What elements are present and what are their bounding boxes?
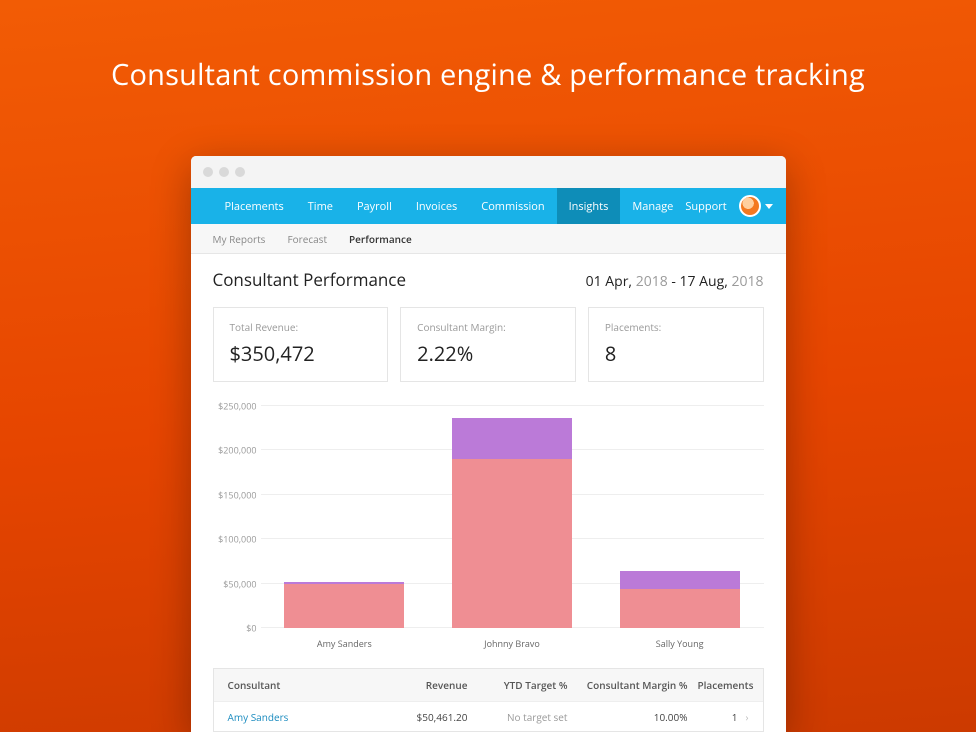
stat-value: 8 [605, 340, 747, 367]
bar-segment-secondary [620, 571, 740, 589]
cell-revenue: $50,461.20 [378, 710, 468, 724]
subnav-performance[interactable]: Performance [349, 232, 412, 246]
stat-placements: Placements: 8 [588, 307, 764, 382]
nav-placements[interactable]: Placements [213, 188, 296, 224]
nav-commission[interactable]: Commission [469, 188, 556, 224]
stat-value: $350,472 [230, 340, 372, 367]
table-row[interactable]: Amy Sanders $50,461.20 No target set 10.… [214, 701, 763, 731]
page-header: Consultant Performance 01 Apr, 2018 - 17… [213, 268, 764, 291]
chevron-down-icon [765, 204, 773, 209]
stat-label: Total Revenue: [230, 320, 372, 334]
nav-time[interactable]: Time [296, 188, 345, 224]
nav-manage[interactable]: Manage [620, 188, 685, 224]
table-header: Consultant Revenue YTD Target % Consulta… [214, 669, 763, 701]
page-title: Consultant Performance [213, 268, 407, 291]
cell-placements: 1› [698, 710, 749, 724]
bar[interactable] [284, 582, 404, 628]
hero-title: Consultant commission engine & performan… [0, 0, 976, 94]
user-menu[interactable] [739, 195, 773, 217]
nav-invoices[interactable]: Invoices [404, 188, 469, 224]
x-axis-label: Amy Sanders [284, 637, 404, 650]
bar[interactable] [452, 418, 572, 628]
window-dot-icon [219, 167, 229, 177]
date-to-day: 17 Aug, [680, 272, 728, 291]
bar-segment-primary [284, 584, 404, 628]
subnav-my-reports[interactable]: My Reports [213, 232, 266, 246]
top-nav: Placements Time Payroll Invoices Commiss… [191, 188, 786, 224]
date-range[interactable]: 01 Apr, 2018 - 17 Aug, 2018 [586, 272, 764, 291]
bar-segment-secondary [452, 418, 572, 459]
chart-x-labels: Amy Sanders Johnny Bravo Sally Young [261, 637, 764, 650]
chart-bars [261, 406, 764, 628]
top-nav-right: Support [685, 195, 772, 217]
stat-label: Placements: [605, 320, 747, 334]
nav-payroll[interactable]: Payroll [345, 188, 404, 224]
window-dot-icon [203, 167, 213, 177]
sub-nav: My Reports Forecast Performance [191, 224, 786, 254]
x-axis-label: Johnny Bravo [452, 637, 572, 650]
bar-segment-primary [452, 459, 572, 628]
stat-total-revenue: Total Revenue: $350,472 [213, 307, 389, 382]
page-body: Consultant Performance 01 Apr, 2018 - 17… [191, 254, 786, 732]
date-from-day: 01 Apr, [586, 272, 632, 291]
bar[interactable] [620, 571, 740, 628]
col-revenue[interactable]: Revenue [378, 678, 468, 692]
date-sep: - [671, 272, 679, 291]
cell-ytd-target: No target set [468, 710, 578, 724]
browser-chrome [191, 156, 786, 188]
y-axis-tick: $50,000 [213, 577, 257, 590]
x-axis-label: Sally Young [620, 637, 740, 650]
stat-cards: Total Revenue: $350,472 Consultant Margi… [213, 307, 764, 382]
nav-insights[interactable]: Insights [557, 188, 621, 224]
performance-bar-chart: $0$50,000$100,000$150,000$200,000$250,00… [213, 406, 764, 658]
y-axis-tick: $100,000 [213, 533, 257, 546]
y-axis-tick: $200,000 [213, 444, 257, 457]
support-link[interactable]: Support [685, 199, 726, 214]
date-from-year: 2018 [636, 272, 668, 291]
app-window: Placements Time Payroll Invoices Commiss… [191, 156, 786, 732]
col-placements[interactable]: Placements [698, 678, 754, 692]
subnav-forecast[interactable]: Forecast [287, 232, 327, 246]
cell-margin: 10.00% [578, 710, 698, 724]
chevron-right-icon: › [745, 710, 748, 724]
y-axis-tick: $250,000 [213, 400, 257, 413]
stat-value: 2.22% [417, 340, 559, 367]
avatar-icon [739, 195, 761, 217]
bar-segment-primary [620, 589, 740, 628]
window-dot-icon [235, 167, 245, 177]
top-nav-left: Placements Time Payroll Invoices Commiss… [213, 188, 686, 224]
y-axis-tick: $150,000 [213, 488, 257, 501]
stat-label: Consultant Margin: [417, 320, 559, 334]
y-axis-tick: $0 [213, 622, 257, 635]
cell-consultant: Amy Sanders [228, 710, 378, 724]
consultant-table: Consultant Revenue YTD Target % Consulta… [213, 668, 764, 732]
stat-consultant-margin: Consultant Margin: 2.22% [400, 307, 576, 382]
col-margin[interactable]: Consultant Margin % [578, 678, 698, 692]
col-consultant[interactable]: Consultant [228, 678, 378, 692]
date-to-year: 2018 [731, 272, 763, 291]
col-ytd-target[interactable]: YTD Target % [468, 678, 578, 692]
